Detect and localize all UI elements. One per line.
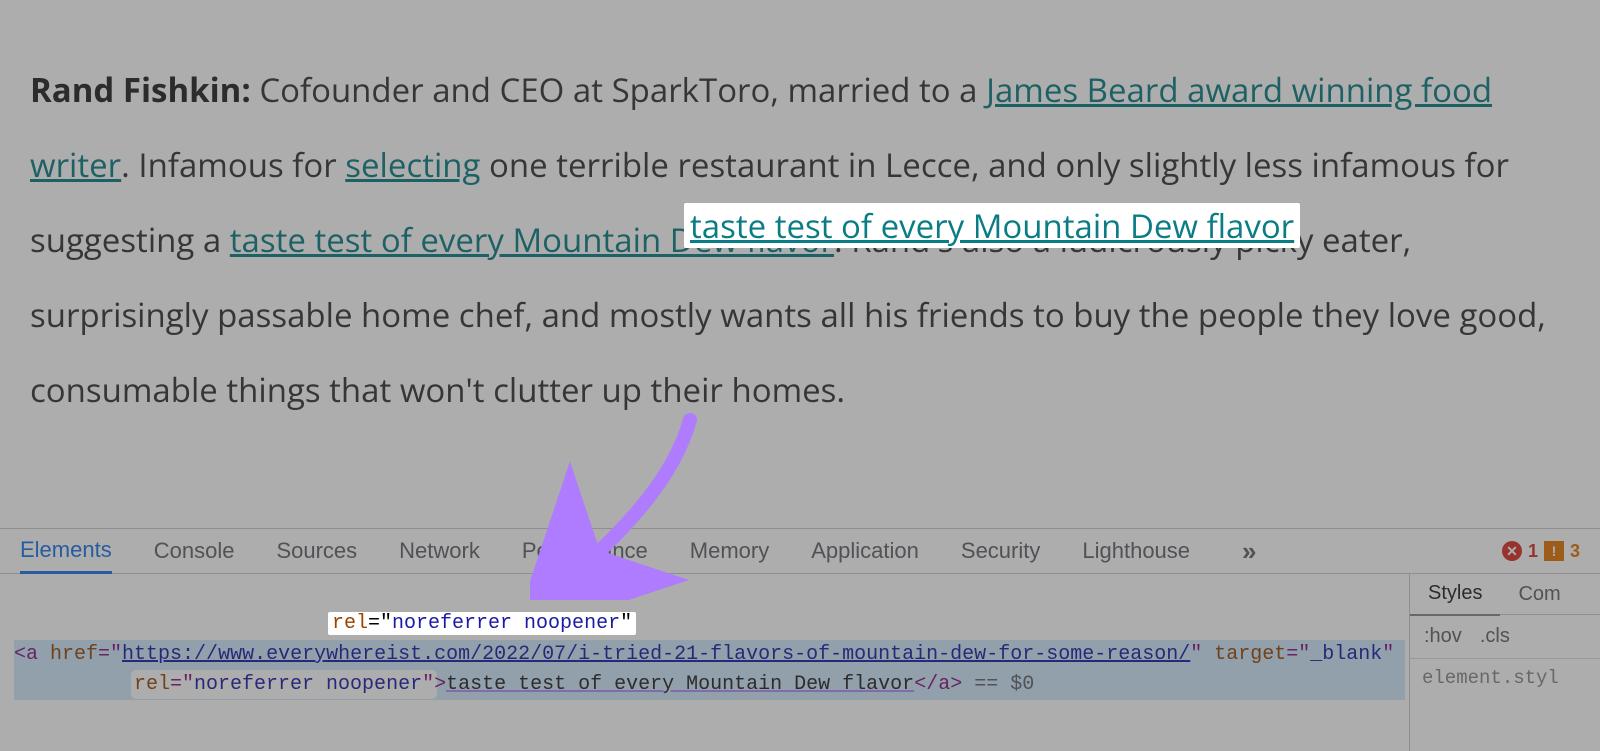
styles-tabstrip: Styles Com bbox=[1410, 574, 1600, 615]
dom-row-anchor[interactable]: <a href="https://www.everywhereist.com/2… bbox=[14, 640, 1405, 700]
tok: https://www.everywhereist.com/2022/07/i-… bbox=[122, 643, 1190, 666]
tab-security[interactable]: Security bbox=[961, 538, 1040, 564]
devtools-tabstrip: Elements Console Sources Network Perform… bbox=[0, 529, 1600, 574]
tabs-overflow-icon[interactable]: » bbox=[1242, 536, 1256, 567]
author-name: Rand Fishkin: bbox=[30, 67, 251, 112]
tab-sources[interactable]: Sources bbox=[276, 538, 357, 564]
error-count: 1 bbox=[1528, 541, 1538, 562]
tab-network[interactable]: Network bbox=[399, 538, 480, 564]
error-icon[interactable]: ✕ bbox=[1502, 541, 1522, 561]
styles-toolbar: :hov .cls bbox=[1410, 615, 1600, 659]
tok: _blank bbox=[1310, 643, 1382, 666]
warning-count: 3 bbox=[1570, 541, 1580, 562]
link-mountain-dew-taste-test[interactable]: taste test of every Mountain Dew flavor bbox=[230, 217, 834, 262]
tok-selected-marker: == $0 bbox=[962, 673, 1034, 696]
styles-hov-button[interactable]: :hov bbox=[1424, 625, 1462, 648]
bio-paragraph: Rand Fishkin: Cofounder and CEO at Spark… bbox=[30, 52, 1570, 427]
tab-memory[interactable]: Memory bbox=[690, 538, 769, 564]
rel-attribute-highlight: rel="noreferrer noopener" bbox=[134, 673, 434, 696]
dom-tree[interactable]: <a href="https://www.everywhereist.com/2… bbox=[0, 574, 1409, 751]
devtools-panel: Elements Console Sources Network Perform… bbox=[0, 528, 1600, 751]
styles-cls-button[interactable]: .cls bbox=[1480, 625, 1510, 648]
tab-elements[interactable]: Elements bbox=[20, 530, 112, 574]
styles-tab-computed[interactable]: Com bbox=[1500, 574, 1578, 614]
link-selecting[interactable]: selecting bbox=[345, 142, 480, 187]
tok: href bbox=[50, 643, 98, 666]
article-bio: Rand Fishkin: Cofounder and CEO at Spark… bbox=[0, 0, 1600, 528]
bio-text-1: Cofounder and CEO at SparkToro, married … bbox=[251, 67, 986, 112]
tok: target bbox=[1214, 643, 1286, 666]
tab-lighthouse[interactable]: Lighthouse bbox=[1082, 538, 1190, 564]
warning-icon[interactable]: ! bbox=[1544, 541, 1564, 561]
tok: </a> bbox=[914, 673, 962, 696]
tab-console[interactable]: Console bbox=[154, 538, 235, 564]
tok-link-text: taste test of every Mountain Dew flavor bbox=[446, 673, 914, 696]
tab-performance[interactable]: Performance bbox=[522, 538, 648, 564]
styles-pane: Styles Com :hov .cls element.styl bbox=[1409, 574, 1600, 751]
tok: <a bbox=[14, 643, 50, 666]
styles-element-style[interactable]: element.styl bbox=[1410, 659, 1600, 697]
bio-text-2: . Infamous for bbox=[121, 142, 345, 187]
elements-panel-body: <a href="https://www.everywhereist.com/2… bbox=[0, 574, 1600, 751]
tab-application[interactable]: Application bbox=[811, 538, 919, 564]
styles-tab-styles[interactable]: Styles bbox=[1410, 574, 1500, 616]
devtools-status: ✕ 1 ! 3 bbox=[1502, 541, 1580, 562]
